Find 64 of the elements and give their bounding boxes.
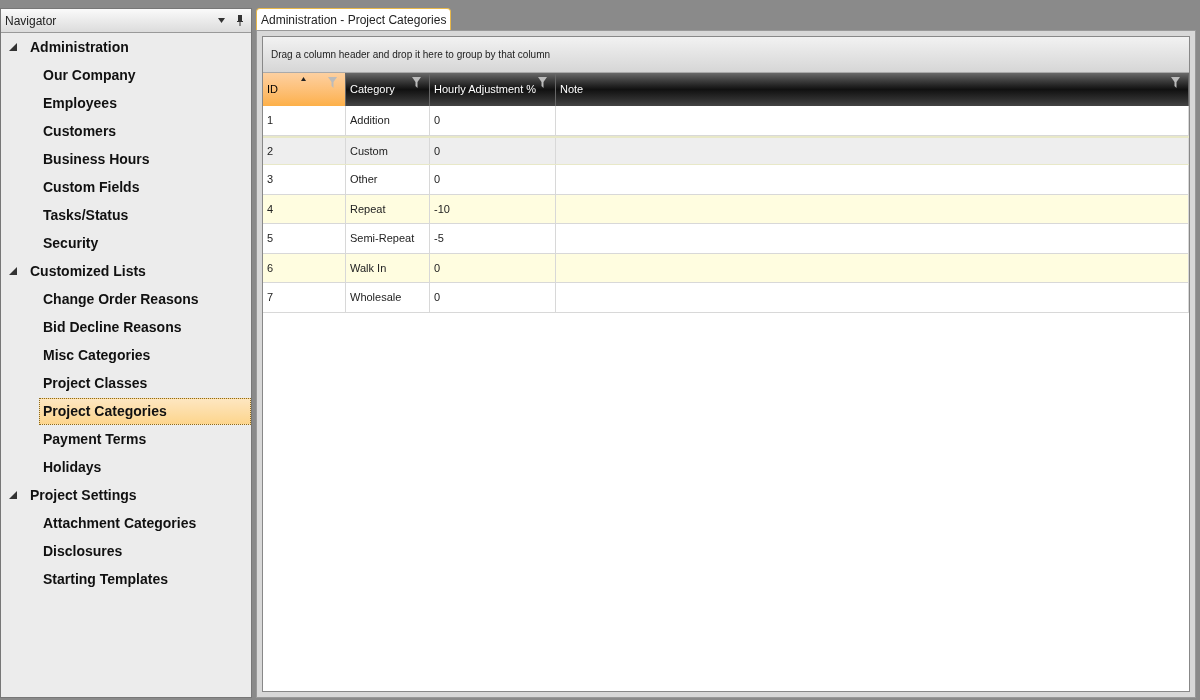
column-header[interactable]: Category: [346, 73, 430, 106]
tree-item[interactable]: Security: [39, 229, 103, 257]
group-panel: Drag a column header and drop it here to group by that column: [263, 37, 1189, 73]
table-cell-text: Addition: [350, 113, 390, 128]
table-cell-text: 0: [434, 290, 441, 305]
grid-row[interactable]: 5 Semi-Repeat -5: [263, 224, 1189, 254]
pin-icon[interactable]: [237, 15, 243, 26]
tree-item[interactable]: Starting Templates: [39, 565, 172, 593]
filter-icon[interactable]: [412, 77, 421, 88]
tree-item[interactable]: Holidays: [39, 453, 106, 481]
grid-row[interactable]: 6 Walk In 0: [263, 253, 1189, 283]
column-header[interactable]: Hourly Adjustment %: [430, 73, 556, 106]
tree-item[interactable]: Project Categories: [39, 397, 251, 425]
tree-item[interactable]: Attachment Categories: [39, 509, 201, 537]
tree-item[interactable]: Tasks/Status: [39, 201, 133, 229]
tree-item[interactable]: Disclosures: [39, 537, 127, 565]
document-tab[interactable]: Administration - Project Categories: [256, 8, 452, 30]
table-cell-text: Walk In: [350, 260, 387, 276]
table-cell-text: 0: [434, 172, 441, 187]
grid-row[interactable]: 3 Other 0: [263, 165, 1189, 195]
tree-item[interactable]: Customers: [39, 117, 121, 145]
table-cell-text: Semi-Repeat: [350, 231, 415, 246]
table-cell-text: 3: [267, 172, 274, 187]
tree-group[interactable]: Project Settings: [1, 481, 251, 509]
grid-row[interactable]: 4 Repeat -10: [263, 194, 1189, 224]
table-cell-text: -5: [434, 231, 444, 246]
tree-item[interactable]: Bid Decline Reasons: [39, 313, 186, 341]
filter-icon[interactable]: [538, 77, 547, 88]
tree-item[interactable]: Change Order Reasons: [39, 285, 203, 313]
expanded-triangle-icon[interactable]: [9, 43, 17, 51]
tree-item[interactable]: Employees: [39, 89, 121, 117]
tree-item[interactable]: Project Classes: [39, 369, 152, 397]
table-cell-text: 4: [267, 201, 274, 217]
tree-item[interactable]: Custom Fields: [39, 173, 144, 201]
dropdown-icon[interactable]: [218, 18, 225, 23]
table-cell-text: 5: [267, 231, 274, 246]
table-cell-text: -10: [434, 201, 450, 217]
table-cell-text: Other: [350, 172, 378, 187]
tree-item[interactable]: Business Hours: [39, 145, 154, 173]
column-header[interactable]: Note: [556, 73, 1189, 106]
table-cell-text: Repeat: [350, 201, 386, 217]
table-cell-text: 0: [434, 260, 441, 276]
tree-group[interactable]: Customized Lists: [1, 257, 251, 285]
table-cell-text: 1: [267, 113, 274, 128]
table-cell-text: Wholesale: [350, 290, 402, 305]
tree-group[interactable]: Administration: [1, 33, 251, 61]
tree-item[interactable]: Payment Terms: [39, 425, 151, 453]
tree-item[interactable]: Misc Categories: [39, 341, 155, 369]
grid-row[interactable]: 2 Custom 0: [263, 135, 1189, 165]
table-cell-text: 0: [434, 113, 441, 128]
grid-row[interactable]: 7 Wholesale 0: [263, 283, 1189, 313]
filter-icon[interactable]: [1171, 77, 1180, 88]
sort-ascending-icon: [301, 77, 306, 81]
table-cell-text: 2: [267, 143, 274, 159]
column-header[interactable]: ID: [263, 73, 346, 106]
expanded-triangle-icon[interactable]: [9, 267, 17, 275]
table-cell-text: 7: [267, 290, 274, 305]
grid-row[interactable]: 1 Addition 0: [263, 106, 1189, 136]
table-cell-text: 6: [267, 260, 274, 276]
table-cell-text: Custom: [350, 143, 388, 159]
panel-title: Navigator: [5, 12, 58, 30]
table-cell-text: 0: [434, 143, 441, 159]
tree-item[interactable]: Our Company: [39, 61, 140, 89]
expanded-triangle-icon[interactable]: [9, 491, 17, 499]
